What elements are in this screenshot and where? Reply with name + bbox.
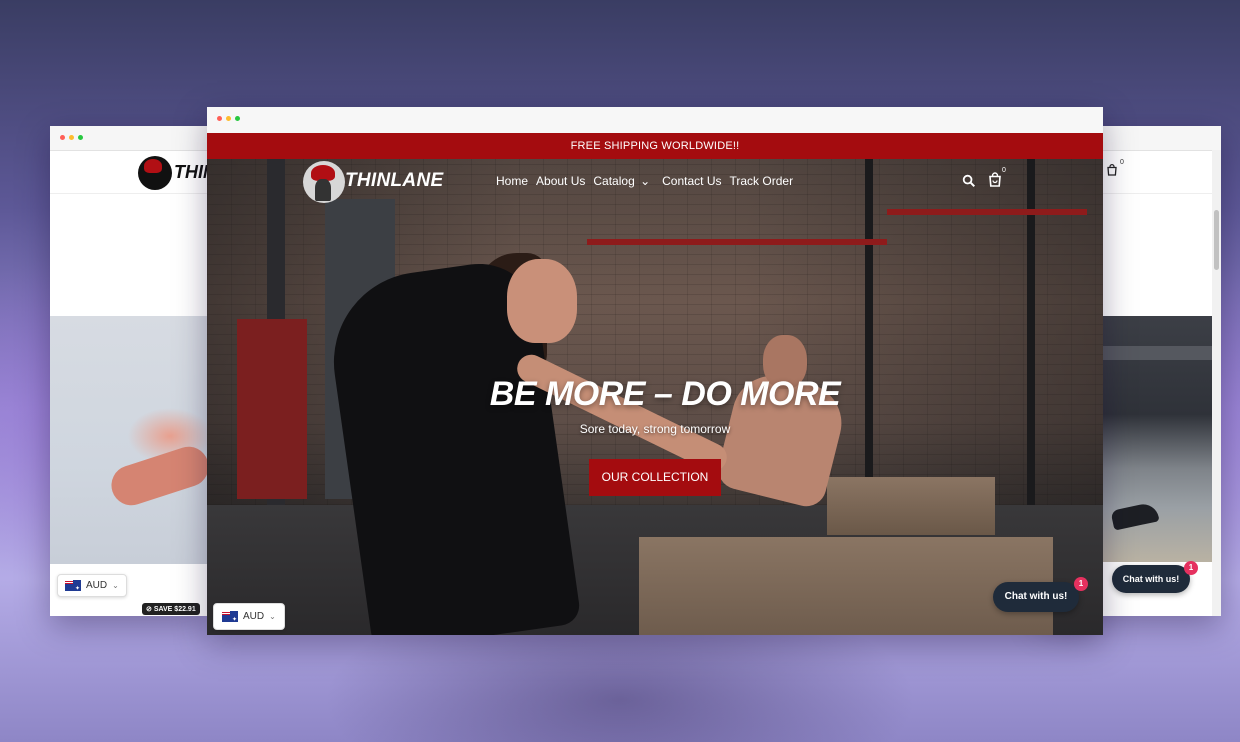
chevron-down-icon: ⌄ xyxy=(112,581,119,590)
shopping-bag-icon[interactable] xyxy=(988,172,1002,187)
currency-label: AUD xyxy=(243,611,265,622)
chat-label: Chat with us! xyxy=(1004,591,1068,602)
site-navigation: THINLANE Home About Us Catalog ⌄ Contact… xyxy=(207,159,1103,205)
brand-logo-icon[interactable] xyxy=(303,161,345,203)
bottom-bar: AUD ⌄ ⊘ SAVE $22.91 xyxy=(50,564,210,616)
currency-selector[interactable]: AUD ⌄ xyxy=(57,574,127,597)
save-badge-text: SAVE $22.91 xyxy=(153,606,196,613)
hero-image xyxy=(50,316,210,564)
chat-label: Chat with us! xyxy=(1122,574,1180,584)
shopping-bag-icon[interactable] xyxy=(1106,164,1118,176)
window-titlebar xyxy=(50,126,210,151)
close-dot[interactable] xyxy=(217,116,222,121)
search-icon[interactable] xyxy=(962,174,976,188)
nav-home[interactable]: Home xyxy=(496,174,528,188)
nav-contact[interactable]: Contact Us xyxy=(662,174,721,188)
window-titlebar xyxy=(207,107,1103,133)
maximize-dot[interactable] xyxy=(78,135,83,140)
plyo-box-front xyxy=(639,537,1053,635)
currency-label: AUD xyxy=(86,580,108,591)
left-browser-window: THIN Rel AUD ⌄ ⊘ SAVE $22.91 xyxy=(50,126,210,616)
chat-notification-badge: 1 xyxy=(1184,561,1198,575)
close-dot[interactable] xyxy=(60,135,65,140)
australia-flag-icon xyxy=(65,580,81,592)
hero-subtitle: Sore today, strong tomorrow xyxy=(579,422,731,436)
site-header: THIN xyxy=(50,151,210,194)
save-badge: ⊘ SAVE $22.91 xyxy=(142,603,200,615)
announcement-bar: FREE SHIPPING WORLDWIDE!! xyxy=(207,133,1103,159)
minimize-dot[interactable] xyxy=(226,116,231,121)
our-collection-button[interactable]: OUR COLLECTION xyxy=(589,459,721,496)
main-browser-window: FREE SHIPPING WORLDWIDE!! THINLANE Home … xyxy=(207,107,1103,635)
maximize-dot[interactable] xyxy=(235,116,240,121)
hero-copy: BE MORE – DO MORE Sore today, strong tom… xyxy=(207,375,1103,436)
hero-image xyxy=(1102,316,1212,562)
chat-button[interactable]: Chat with us! xyxy=(1112,565,1190,593)
chevron-down-icon: ⌄ xyxy=(269,612,276,621)
chat-button[interactable]: Chat with us! xyxy=(993,582,1079,612)
brand-name[interactable]: THINLANE xyxy=(345,170,443,192)
nav-catalog[interactable]: Catalog ⌄ xyxy=(593,174,650,188)
cart-count: 0 xyxy=(1002,167,1006,174)
brand-logo-icon[interactable] xyxy=(138,156,172,190)
hero-heading: Rel xyxy=(183,222,208,239)
australia-flag-icon xyxy=(222,611,238,623)
hero-title: BE MORE – DO MORE xyxy=(489,375,841,413)
scrollbar[interactable] xyxy=(1212,150,1221,616)
chevron-down-icon: ⌄ xyxy=(636,174,651,188)
brand-name[interactable]: THIN xyxy=(174,162,210,183)
chat-notification-badge: 1 xyxy=(1074,577,1088,591)
currency-selector[interactable]: AUD ⌄ xyxy=(213,603,285,630)
nav-about[interactable]: About Us xyxy=(536,174,585,188)
plyo-box-back xyxy=(827,477,995,535)
cart-count: 0 xyxy=(1120,159,1124,166)
minimize-dot[interactable] xyxy=(69,135,74,140)
nav-track-order[interactable]: Track Order xyxy=(730,174,794,188)
nav-catalog-label: Catalog xyxy=(593,174,635,188)
main-menu: Home About Us Catalog ⌄ Contact Us Track… xyxy=(496,174,793,188)
